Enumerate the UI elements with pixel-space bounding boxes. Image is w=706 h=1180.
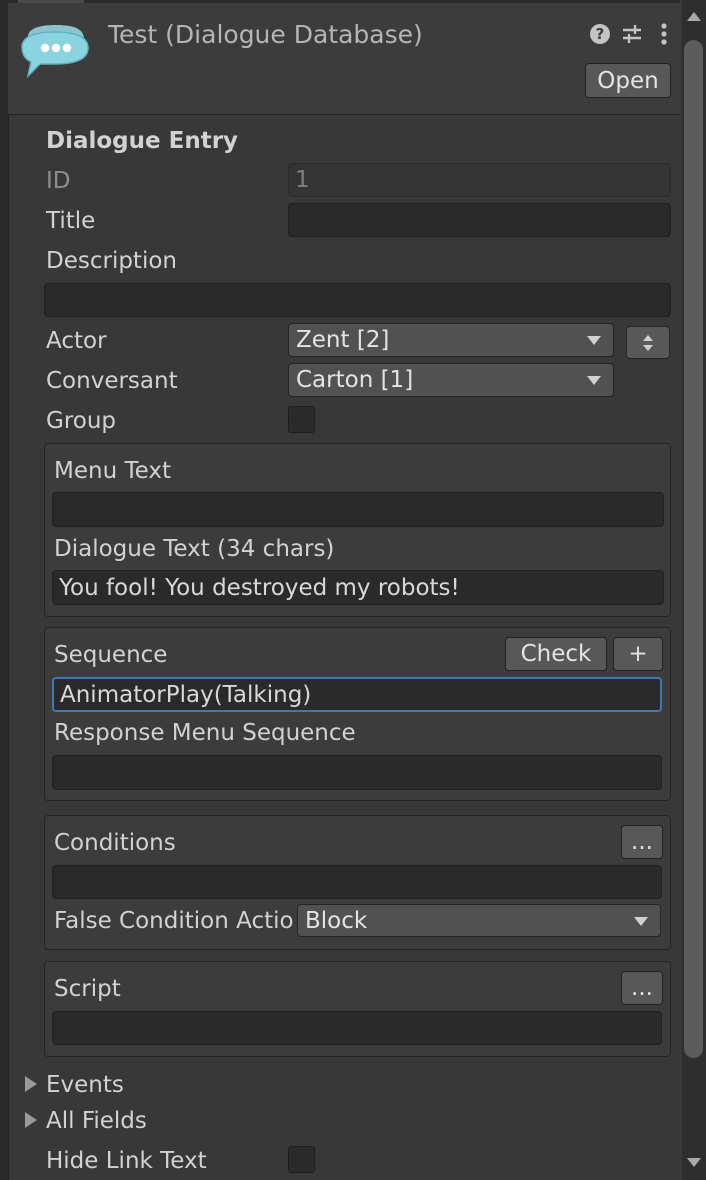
dialogue-database-icon (21, 25, 89, 79)
id-label: ID (46, 168, 71, 194)
check-button[interactable]: Check (505, 637, 607, 671)
actor-dropdown[interactable]: Zent [2] (288, 323, 614, 357)
description-field[interactable] (44, 283, 671, 317)
conditions-label: Conditions (54, 830, 176, 856)
settings-sliders-icon[interactable] (618, 17, 646, 51)
title-label: Title (46, 208, 96, 234)
open-button[interactable]: Open (585, 63, 671, 98)
group-label: Group (46, 408, 117, 434)
svg-text:?: ? (596, 25, 605, 43)
hide-link-text-checkbox[interactable] (288, 1146, 315, 1173)
kebab-menu-icon[interactable] (650, 17, 678, 51)
response-menu-sequence-label: Response Menu Sequence (54, 720, 356, 746)
false-condition-action-value: Block (305, 907, 368, 934)
menu-text-field[interactable] (52, 492, 664, 527)
chevron-down-icon (587, 336, 601, 345)
chevron-down-icon (634, 916, 648, 926)
all-fields-foldout-arrow-icon[interactable] (25, 1112, 37, 1128)
conditions-field[interactable] (52, 865, 662, 899)
events-foldout[interactable]: Events (46, 1070, 124, 1100)
chevron-down-icon (587, 376, 601, 385)
swap-icon (643, 334, 653, 351)
script-field[interactable] (52, 1011, 662, 1045)
events-foldout-arrow-icon[interactable] (25, 1076, 37, 1092)
inspector-header: Test (Dialogue Database) ? Open (8, 3, 680, 115)
false-condition-action-label: False Condition Actio (54, 908, 294, 934)
script-label: Script (54, 976, 121, 1002)
conversant-value: Carton [1] (296, 367, 414, 393)
description-label: Description (46, 248, 177, 274)
menu-text-label: Menu Text (54, 458, 171, 484)
conditions-more-button[interactable]: ... (621, 825, 663, 859)
response-menu-sequence-field[interactable] (52, 755, 662, 790)
sequence-label: Sequence (54, 642, 168, 668)
add-sequence-button[interactable]: + (613, 637, 663, 671)
left-panel-edge (0, 0, 9, 1180)
all-fields-foldout[interactable]: All Fields (46, 1106, 147, 1136)
actor-value: Zent [2] (296, 327, 390, 353)
false-condition-action-dropdown[interactable]: Block (297, 904, 661, 937)
scrollbar-thumb[interactable] (684, 40, 703, 1058)
group-checkbox[interactable] (288, 406, 315, 433)
script-more-button[interactable]: ... (621, 971, 663, 1005)
actor-label: Actor (46, 328, 107, 354)
dialogue-text-label: Dialogue Text (34 chars) (54, 536, 335, 562)
hide-link-text-label: Hide Link Text (46, 1148, 207, 1174)
scroll-up-icon[interactable] (687, 12, 701, 21)
title-field[interactable] (288, 203, 671, 237)
scroll-down-icon[interactable] (687, 1158, 701, 1167)
id-field: 1 (288, 163, 671, 197)
conversant-label: Conversant (46, 368, 178, 394)
swap-actor-button[interactable] (626, 326, 670, 359)
help-icon[interactable]: ? (586, 17, 614, 51)
conversant-dropdown[interactable]: Carton [1] (288, 363, 614, 397)
sequence-field[interactable]: AnimatorPlay(Talking) (52, 677, 662, 712)
section-title: Dialogue Entry (46, 128, 239, 154)
dialogue-text-field[interactable]: You fool! You destroyed my robots! (52, 570, 664, 605)
inspector-title: Test (Dialogue Database) (108, 20, 423, 49)
